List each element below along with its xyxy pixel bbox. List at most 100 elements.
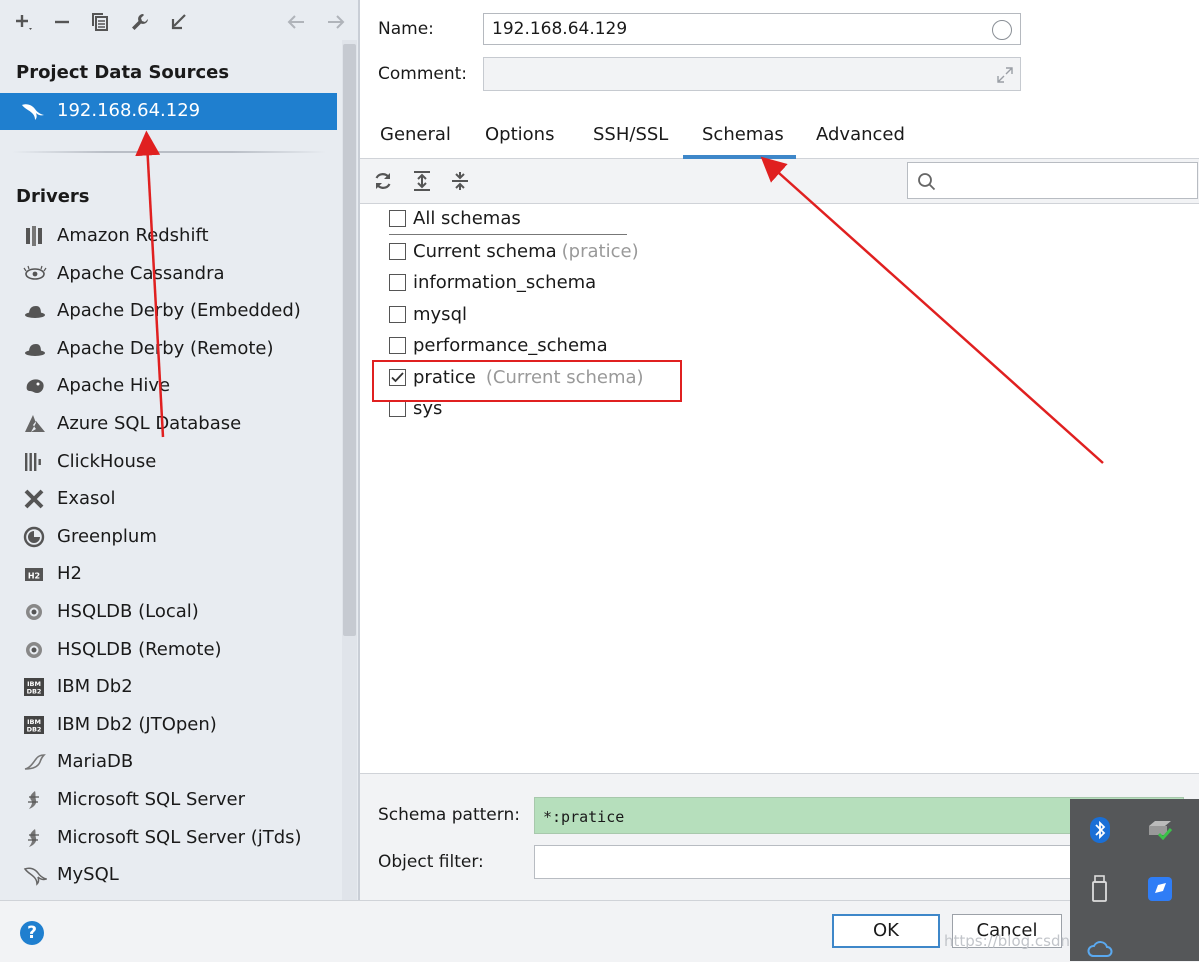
divider — [12, 151, 326, 153]
schema-checkbox[interactable] — [389, 274, 406, 291]
driver-item[interactable]: Exasol — [0, 480, 340, 517]
driver-item[interactable]: MySQL — [0, 856, 340, 893]
schema-name: mysql — [413, 304, 467, 325]
driver-item[interactable]: ClickHouse — [0, 443, 340, 480]
tab-schemas[interactable]: Schemas — [702, 124, 784, 145]
schema-name: Current schema (pratice) — [413, 241, 639, 262]
schema-search-input[interactable] — [907, 162, 1198, 199]
driver-item[interactable]: H2 H2 — [0, 555, 340, 592]
network-drive-icon[interactable] — [1146, 816, 1174, 844]
driver-label: Apache Derby (Embedded) — [57, 300, 301, 322]
driver-item[interactable]: HSQLDB (Remote) — [0, 631, 340, 668]
driver-item[interactable]: Microsoft SQL Server — [0, 781, 340, 818]
annotation-highlight-box — [372, 360, 682, 402]
sqlserver-icon — [23, 827, 47, 849]
collapse-all-icon[interactable] — [448, 169, 472, 193]
driver-item[interactable]: Greenplum — [0, 518, 340, 555]
usb-drive-icon[interactable] — [1086, 875, 1114, 903]
tab-options[interactable]: Options — [485, 124, 554, 145]
object-filter-label: Object filter: — [378, 852, 484, 872]
driver-item[interactable]: IBM DB2 IBM Db2 — [0, 668, 340, 705]
name-label: Name: — [378, 19, 434, 39]
schema-name-text: All schemas — [413, 208, 521, 229]
driver-label: Microsoft SQL Server (jTds) — [57, 826, 302, 848]
driver-label: H2 — [57, 563, 82, 585]
driver-item[interactable]: Azure SQL Database — [0, 405, 340, 442]
annotation-arrow-right — [760, 156, 1104, 464]
hsqldb-icon — [23, 601, 47, 623]
schema-name: information_schema — [413, 272, 596, 293]
data-source-label: 192.168.64.129 — [57, 100, 201, 121]
schema-checkbox[interactable] — [389, 210, 406, 227]
expand-icon[interactable] — [996, 66, 1014, 84]
svg-text:DB2: DB2 — [27, 725, 42, 733]
tab-ssh-ssl[interactable]: SSH/SSL — [593, 124, 668, 145]
forward-arrow-icon[interactable] — [323, 9, 349, 35]
svg-text:H2: H2 — [28, 572, 40, 581]
add-icon[interactable] — [11, 9, 37, 35]
driver-item[interactable]: MariaDB — [0, 743, 340, 780]
driver-label: Greenplum — [57, 525, 157, 547]
azure-icon — [23, 413, 47, 435]
ok-button[interactable]: OK — [832, 914, 940, 948]
driver-label: ClickHouse — [57, 450, 157, 472]
expand-all-icon[interactable] — [410, 169, 434, 193]
wrench-icon[interactable] — [127, 9, 153, 35]
driver-label: Azure SQL Database — [57, 413, 242, 434]
bluetooth-icon[interactable] — [1086, 816, 1114, 844]
import-icon[interactable] — [165, 9, 191, 35]
color-circle-icon[interactable] — [992, 20, 1012, 40]
driver-label: Exasol — [57, 488, 116, 510]
tab-advanced[interactable]: Advanced — [816, 124, 905, 145]
schema-checkbox[interactable] — [389, 400, 406, 417]
driver-label: Apache Cassandra — [57, 262, 225, 284]
derby-icon — [23, 300, 47, 322]
driver-item[interactable]: Microsoft SQL Server (jTds) — [0, 819, 340, 856]
schema-name-text: performance_schema — [413, 335, 608, 356]
schema-name-text: mysql — [413, 304, 467, 325]
name-input-value: 192.168.64.129 — [492, 19, 628, 39]
schema-checkbox[interactable] — [389, 306, 406, 323]
tab-general[interactable]: General — [380, 124, 451, 145]
search-icon — [917, 172, 937, 192]
scrollbar-thumb[interactable] — [343, 44, 356, 636]
driver-item[interactable]: IBM DB2 IBM Db2 (JTOpen) — [0, 706, 340, 743]
duplicate-icon[interactable] — [87, 9, 113, 35]
driver-label: IBM Db2 — [57, 676, 133, 698]
driver-item[interactable]: HSQLDB (Local) — [0, 593, 340, 630]
svg-text:DB2: DB2 — [27, 688, 42, 696]
comment-label: Comment: — [378, 64, 468, 84]
driver-label: HSQLDB (Local) — [57, 601, 199, 622]
back-arrow-icon[interactable] — [283, 9, 309, 35]
feishu-app-icon[interactable] — [1146, 875, 1174, 903]
clickhouse-icon — [23, 451, 47, 473]
cloud-sync-icon[interactable] — [1086, 935, 1114, 963]
driver-label: IBM Db2 (JTOpen) — [57, 713, 217, 735]
driver-label: MariaDB — [57, 751, 134, 773]
driver-item[interactable]: Apache Hive — [0, 367, 340, 404]
name-input[interactable]: 192.168.64.129 — [483, 13, 1021, 45]
driver-item[interactable]: Apache Cassandra — [0, 255, 340, 292]
left-panel: Project Data Sources 192.168.64.129 Driv… — [0, 0, 358, 900]
driver-label: Amazon Redshift — [57, 225, 209, 246]
comment-input[interactable] — [483, 57, 1021, 91]
driver-item[interactable]: Apache Derby (Embedded) — [0, 292, 340, 329]
refresh-icon[interactable] — [371, 169, 395, 193]
help-button[interactable]: ? — [20, 921, 44, 945]
schema-checkbox[interactable] — [389, 337, 406, 354]
panel-splitter[interactable] — [358, 0, 360, 900]
schema-pattern-value: *:pratice — [543, 808, 625, 826]
driver-item[interactable]: Apache Derby (Remote) — [0, 330, 340, 367]
mysql-icon — [23, 864, 47, 886]
h2-icon: H2 — [23, 563, 47, 585]
remove-icon[interactable] — [49, 9, 75, 35]
driver-label: HSQLDB (Remote) — [57, 638, 222, 660]
schema-name-text: Current schema — [413, 241, 557, 262]
data-source-item[interactable]: 192.168.64.129 — [0, 93, 337, 130]
driver-label: MySQL — [57, 864, 119, 886]
sqlserver-icon — [23, 789, 47, 811]
schema-checkbox[interactable] — [389, 243, 406, 260]
driver-item[interactable]: Amazon Redshift — [0, 217, 340, 254]
exasol-icon — [23, 488, 47, 510]
mysql-dolphin-icon — [20, 101, 46, 121]
